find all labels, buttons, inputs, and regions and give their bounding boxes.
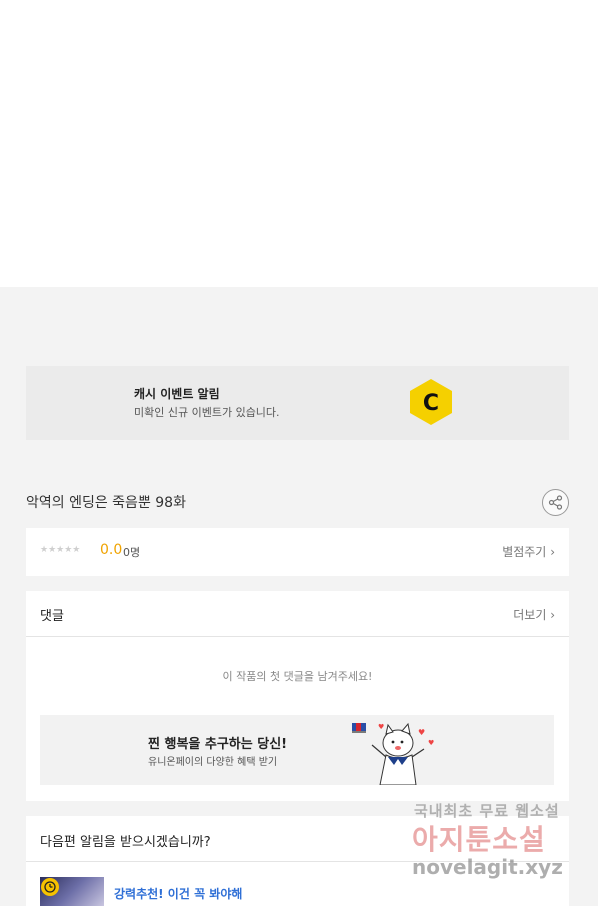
cash-event-banner[interactable]: 캐시 이벤트 알림 미확인 신규 이벤트가 있습니다. C xyxy=(26,366,569,440)
svg-text:C: C xyxy=(423,391,439,416)
recommend-link[interactable]: 강력추천! 이건 꼭 봐야해 xyxy=(114,885,242,902)
comment-title: 댓글 xyxy=(40,609,64,624)
rate-link-label: 별점주기 xyxy=(502,545,547,559)
more-link-label: 더보기 xyxy=(513,608,547,622)
site-watermark: 국내최초 무료 웹소설 아지툰소설 novelagit.xyz xyxy=(410,800,580,890)
chevron-right-icon: › xyxy=(550,608,555,622)
cash-event-subtitle: 미확인 신규 이벤트가 있습니다. xyxy=(134,406,280,419)
rating-stars[interactable]: ★★★★★ xyxy=(40,545,80,555)
content-blank-area xyxy=(0,0,598,287)
svg-text:♥: ♥ xyxy=(378,723,384,731)
share-button[interactable] xyxy=(542,489,569,516)
cash-event-title: 캐시 이벤트 알림 xyxy=(134,387,220,401)
svg-text:♥: ♥ xyxy=(418,728,425,737)
rating-count: 0명 xyxy=(123,546,141,559)
comment-header: 댓글 더보기 › xyxy=(26,591,569,637)
rate-link[interactable]: 별점주기 › xyxy=(502,543,555,560)
ad-title: 찐 행복을 추구하는 당신! xyxy=(148,737,288,752)
watermark-url: novelagit.xyz xyxy=(412,855,563,879)
ad-subtitle: 유니온페이의 다양한 혜택 받기 xyxy=(148,757,278,768)
cat-mascot-illustration: ♥ ♥ ♥ xyxy=(352,722,434,785)
episode-title: 악역의 엔딩은 죽음뿐 98화 xyxy=(26,495,186,511)
rating-score: 0.0 xyxy=(100,542,123,558)
unionpay-ad-banner[interactable]: 찐 행복을 추구하는 당신! 유니온페이의 다양한 혜택 받기 ♥ ♥ ♥ xyxy=(40,715,554,785)
comment-empty-message: 이 작품의 첫 댓글을 남겨주세요! xyxy=(222,670,373,683)
rating-card: ★★★★★ 0.0 0명 별점주기 › xyxy=(26,528,569,576)
recommend-thumbnail[interactable] xyxy=(40,877,104,906)
watermark-brand: 아지툰소설 xyxy=(412,823,546,856)
cash-logo-icon: C xyxy=(410,379,452,425)
svg-text:♥: ♥ xyxy=(428,739,434,747)
clock-icon xyxy=(41,878,59,896)
comment-more-link[interactable]: 더보기 › xyxy=(513,606,555,623)
notify-title: 다음편 알림을 받으시겠습니까? xyxy=(40,835,211,850)
comment-card: 댓글 더보기 › 이 작품의 첫 댓글을 남겨주세요! 찐 행복을 추구하는 당… xyxy=(26,591,569,801)
share-icon xyxy=(548,495,563,510)
chevron-right-icon: › xyxy=(550,545,555,559)
